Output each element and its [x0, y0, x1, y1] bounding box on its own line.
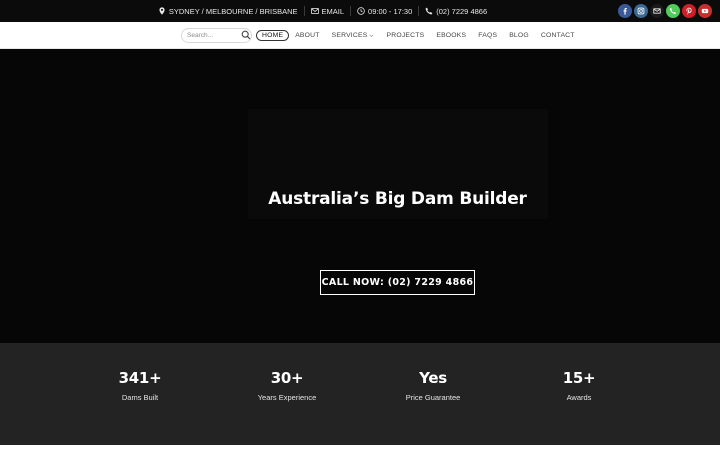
location-text: SYDNEY / MELBOURNE / BRISBANE — [168, 6, 298, 16]
stat-label: Years Experience — [257, 393, 317, 402]
stat-label: Awards — [566, 393, 592, 402]
nav-item-blog[interactable]: BLOG — [503, 32, 535, 39]
nav-item-home[interactable]: HOME — [256, 29, 290, 41]
main-nav: Search... HOME ABOUT SERVICES PROJECTS E… — [0, 22, 720, 49]
stat-value: 30+ — [270, 369, 304, 387]
search-icon[interactable] — [241, 30, 251, 40]
email-icon[interactable] — [650, 4, 664, 18]
stat-price-guarantee: Yes Price Guarantee — [363, 369, 503, 402]
nav-item-label: EBOOKS — [436, 31, 467, 39]
nav-item-ebooks[interactable]: EBOOKS — [430, 32, 472, 39]
nav-item-label: ABOUT — [295, 31, 320, 39]
stats-section: 341+ Dams Built 30+ Years Experience Yes… — [0, 343, 720, 445]
nav-item-label: FAQS — [478, 31, 498, 39]
social-icons — [618, 4, 712, 18]
search-placeholder: Search... — [187, 31, 214, 39]
nav-menu: HOME ABOUT SERVICES PROJECTS EBOOKS FAQS… — [256, 29, 581, 41]
page-bottom — [0, 445, 720, 450]
phone-icon — [425, 7, 433, 15]
chevron-down-icon — [370, 34, 374, 37]
top-contact-info: SYDNEY / MELBOURNE / BRISBANE EMAIL 09:0… — [0, 0, 720, 22]
stat-dams-built: 341+ Dams Built — [70, 369, 210, 402]
email-text: EMAIL — [321, 6, 345, 16]
pinterest-icon[interactable] — [682, 4, 696, 18]
nav-item-label: BLOG — [509, 31, 529, 39]
envelope-icon — [310, 7, 319, 15]
nav-item-about[interactable]: ABOUT — [289, 32, 325, 39]
nav-item-label: HOME — [262, 31, 284, 39]
search-input[interactable]: Search... — [181, 27, 252, 43]
hours-info: 09:00 - 17:30 — [351, 7, 418, 16]
email-link[interactable]: EMAIL — [305, 7, 351, 16]
instagram-icon[interactable] — [634, 4, 648, 18]
nav-item-services[interactable]: SERVICES — [326, 32, 381, 39]
facebook-icon[interactable] — [618, 4, 632, 18]
stat-label: Dams Built — [121, 393, 159, 402]
nav-item-label: SERVICES — [331, 31, 368, 39]
nav-item-projects[interactable]: PROJECTS — [380, 32, 430, 39]
stat-years-experience: 30+ Years Experience — [217, 369, 357, 402]
nav-item-label: PROJECTS — [386, 31, 425, 39]
nav-item-label: CONTACT — [540, 31, 575, 39]
stat-label: Price Guarantee — [405, 393, 461, 402]
hours-text: 09:00 - 17:30 — [368, 6, 413, 16]
phone-link[interactable]: (02) 7229 4866 — [419, 7, 493, 16]
location-link[interactable]: SYDNEY / MELBOURNE / BRISBANE — [152, 7, 304, 16]
stat-value: 341+ — [118, 369, 162, 387]
nav-item-contact[interactable]: CONTACT — [535, 32, 581, 39]
nav-item-faqs[interactable]: FAQS — [472, 32, 503, 39]
youtube-icon[interactable] — [698, 4, 712, 18]
stat-value: Yes — [419, 369, 447, 387]
call-now-button[interactable]: CALL NOW: (02) 7229 4866 — [320, 270, 475, 295]
clock-icon — [357, 7, 365, 15]
top-bar: SYDNEY / MELBOURNE / BRISBANE EMAIL 09:0… — [0, 0, 720, 22]
stat-value: 15+ — [562, 369, 596, 387]
hero-title: Australia’s Big Dam Builder — [268, 189, 527, 209]
hero-section: Australia’s Big Dam Builder CALL NOW: (0… — [0, 49, 720, 343]
stat-awards: 15+ Awards — [509, 369, 649, 402]
map-pin-icon — [158, 7, 166, 15]
whatsapp-icon[interactable] — [666, 4, 680, 18]
phone-text: (02) 7229 4866 — [436, 6, 488, 16]
